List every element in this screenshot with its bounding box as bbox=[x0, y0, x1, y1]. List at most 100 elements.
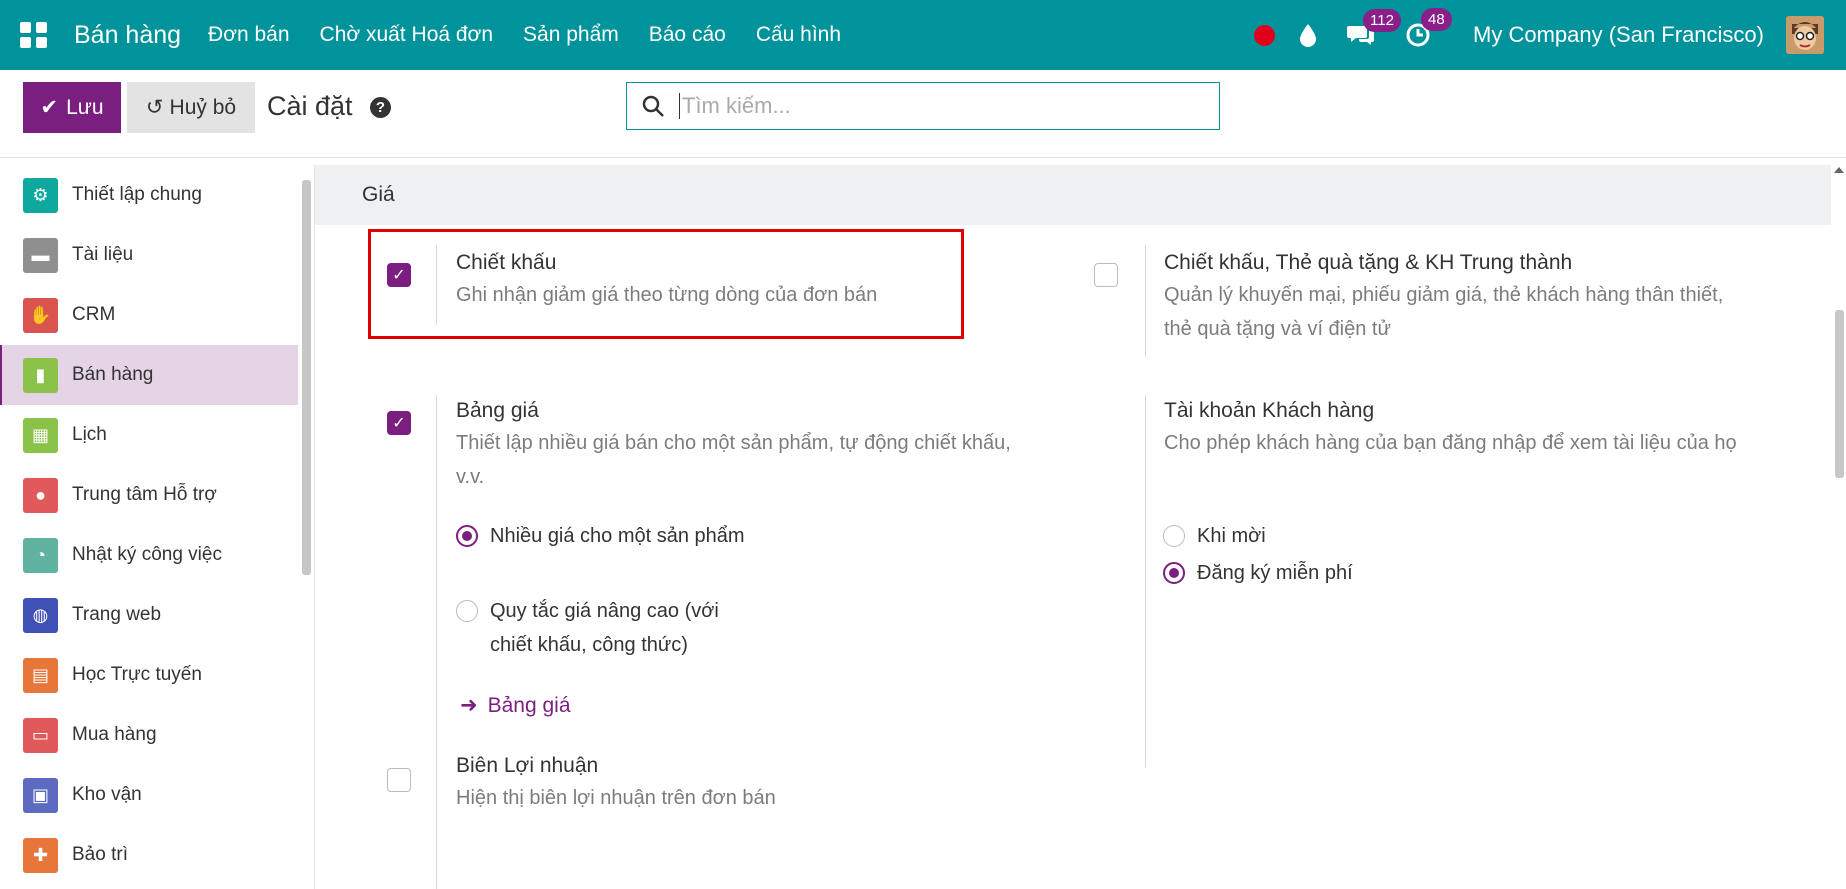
main-scrollbar-track[interactable] bbox=[1832, 165, 1846, 889]
discount-title: Chiết khấu bbox=[456, 251, 557, 274]
pricelists-link-label: Bảng giá bbox=[487, 693, 571, 717]
handshake-icon: ✋ bbox=[23, 297, 58, 333]
menu-orders[interactable]: Đơn bán bbox=[193, 23, 305, 47]
pricelist-option-multiple[interactable]: Nhiều giá cho một sản phẩm bbox=[456, 519, 756, 553]
margin-title: Biên Lợi nhuận bbox=[456, 754, 599, 777]
elearning-icon: ▤ bbox=[23, 657, 58, 693]
sidebar-item[interactable]: ◍ Trang web bbox=[0, 585, 298, 645]
radio-button[interactable] bbox=[1163, 562, 1185, 584]
company-switcher[interactable]: My Company (San Francisco) bbox=[1473, 22, 1764, 48]
sidebar-item-label: Bán hàng bbox=[72, 364, 154, 385]
sidebar-item-label: Tài liệu bbox=[72, 244, 134, 265]
sidebar-item-label: Thiết lập chung bbox=[72, 184, 202, 205]
loyalty-title: Chiết khấu, Thẻ quà tặng & KH Trung thàn… bbox=[1164, 251, 1573, 274]
search-box[interactable] bbox=[626, 82, 1220, 130]
messages-icon[interactable]: 112 bbox=[1347, 9, 1401, 47]
search-input[interactable] bbox=[679, 93, 1199, 119]
margin-description: Hiện thị biên lợi nhuận trên đơn bán bbox=[456, 787, 776, 809]
sidebar-item-label: Nhật ký công việc bbox=[72, 544, 222, 565]
sidebar-item[interactable]: ✋ CRM bbox=[0, 285, 298, 345]
check-icon: ✔ bbox=[40, 96, 59, 119]
page-title: Cài đặt bbox=[267, 91, 353, 121]
arrow-right-icon: ➜ bbox=[460, 694, 478, 717]
pricelist-description: Thiết lập nhiều giá bán cho một sản phẩm… bbox=[456, 432, 1011, 488]
customer-account-option-invite[interactable]: Khi mời bbox=[1163, 519, 1266, 553]
radio-button[interactable] bbox=[1163, 525, 1185, 547]
sidebar-item[interactable]: ▭ Mua hàng bbox=[0, 705, 298, 765]
save-button-label: Lưu bbox=[66, 95, 104, 119]
sidebar-item[interactable]: ▦ Lịch bbox=[0, 405, 298, 465]
droplet-icon[interactable] bbox=[1299, 23, 1317, 47]
sidebar-item-label: Trung tâm Hỗ trợ bbox=[72, 484, 217, 505]
main-scrollbar-thumb[interactable] bbox=[1835, 310, 1844, 478]
menu-products[interactable]: Sản phẩm bbox=[508, 23, 634, 47]
sales-chart-icon: ▮ bbox=[23, 357, 58, 393]
radio-button[interactable] bbox=[456, 600, 478, 622]
setting-divider bbox=[436, 245, 437, 325]
customer-account-option-signup[interactable]: Đăng ký miễn phí bbox=[1163, 556, 1353, 590]
current-app-name[interactable]: Bán hàng bbox=[74, 21, 181, 50]
helpdesk-icon: ● bbox=[23, 477, 58, 513]
customer-account-description: Cho phép khách hàng của bạn đăng nhập để… bbox=[1164, 432, 1737, 454]
navbar-systray: 112 48 My Company (San Francisco) bbox=[1254, 0, 1846, 70]
main-menu: Đơn bán Chờ xuất Hoá đơn Sản phẩm Báo cá… bbox=[193, 23, 856, 47]
checkmark-icon: ✓ bbox=[392, 415, 406, 432]
discard-button-label: Huỷ bỏ bbox=[169, 95, 237, 119]
sidebar-item[interactable]: ✚ Bảo trì bbox=[0, 825, 298, 885]
pricelist-title: Bảng giá bbox=[456, 399, 539, 422]
pricelists-link[interactable]: ➜ Bảng giá bbox=[460, 693, 571, 718]
loyalty-checkbox[interactable] bbox=[1094, 263, 1118, 287]
maintenance-icon: ✚ bbox=[23, 837, 58, 873]
sidebar-item[interactable]: ▣ Kho vận bbox=[0, 765, 298, 825]
radio-label: Khi mời bbox=[1197, 525, 1266, 547]
control-panel: ✔ Lưu ↺ Huỷ bỏ Cài đặt ? bbox=[0, 70, 1846, 158]
app-menu-icon[interactable] bbox=[19, 20, 49, 50]
sidebar-item-label: Kho vận bbox=[72, 784, 142, 805]
sidebar-item-label: Lịch bbox=[72, 424, 107, 445]
activities-count-badge: 48 bbox=[1421, 8, 1452, 31]
folder-icon: ▬ bbox=[23, 237, 58, 273]
undo-icon: ↺ bbox=[145, 96, 164, 119]
recording-dot-icon[interactable] bbox=[1254, 24, 1276, 46]
loyalty-description: Quản lý khuyến mại, phiếu giảm giá, thẻ … bbox=[1164, 284, 1724, 340]
discount-description: Ghi nhận giảm giá theo từng dòng của đơn… bbox=[456, 284, 878, 306]
discard-button[interactable]: ↺ Huỷ bỏ bbox=[127, 82, 255, 133]
setting-divider bbox=[436, 395, 437, 889]
sidebar-item-label: Mua hàng bbox=[72, 724, 157, 745]
sidebar-item[interactable]: ◔ Nhật ký công việc bbox=[0, 525, 298, 585]
setting-divider bbox=[1145, 395, 1146, 767]
radio-label: Đăng ký miễn phí bbox=[1197, 562, 1353, 584]
settings-main: Giá ✓ Chiết khấu Ghi nhận giảm giá theo … bbox=[315, 165, 1831, 889]
sidebar-item[interactable]: ▤ Học Trực tuyến bbox=[0, 645, 298, 705]
sidebar-item-label: CRM bbox=[72, 304, 116, 325]
section-title: Giá bbox=[315, 165, 1831, 225]
calendar-icon: ▦ bbox=[23, 417, 58, 453]
globe-icon: ◍ bbox=[23, 597, 58, 633]
radio-label: Nhiều giá cho một sản phẩm bbox=[490, 525, 745, 547]
activities-clock-icon[interactable]: 48 bbox=[1405, 8, 1452, 48]
margin-checkbox[interactable] bbox=[387, 768, 411, 792]
discount-checkbox[interactable]: ✓ bbox=[387, 263, 411, 287]
menu-to-invoice[interactable]: Chờ xuất Hoá đơn bbox=[305, 23, 508, 47]
messages-count-badge: 112 bbox=[1363, 9, 1401, 32]
sidebar-scrollbar[interactable] bbox=[302, 180, 311, 575]
menu-configuration[interactable]: Cấu hình bbox=[741, 23, 856, 47]
menu-reporting[interactable]: Báo cáo bbox=[634, 23, 741, 47]
user-avatar[interactable] bbox=[1786, 16, 1824, 54]
sidebar-item-label: Trang web bbox=[72, 604, 162, 625]
sidebar-item[interactable]: ▬ Tài liệu bbox=[0, 225, 298, 285]
sidebar-item[interactable]: ● Trung tâm Hỗ trợ bbox=[0, 465, 298, 525]
pricelist-option-advanced[interactable]: Quy tắc giá nâng cao (với chiết khấu, cô… bbox=[456, 594, 756, 662]
pricelist-checkbox[interactable]: ✓ bbox=[387, 411, 411, 435]
scroll-up-arrow-icon[interactable] bbox=[1834, 167, 1844, 173]
sidebar-item[interactable]: ▮ Bán hàng bbox=[0, 345, 298, 405]
radio-label: Quy tắc giá nâng cao (với chiết khấu, cô… bbox=[490, 600, 719, 656]
radio-button[interactable] bbox=[456, 525, 478, 547]
help-icon[interactable]: ? bbox=[370, 97, 391, 118]
search-icon bbox=[642, 95, 664, 117]
settings-sidebar: ⚙ Thiết lập chung ▬ Tài liệu ✋ CRM ▮ Bán hàng ▦ L… bbox=[0, 165, 298, 889]
checkmark-icon: ✓ bbox=[392, 267, 406, 284]
sidebar-item-label: Học Trực tuyến bbox=[72, 664, 202, 685]
sidebar-item[interactable]: ⚙ Thiết lập chung bbox=[0, 165, 298, 225]
save-button[interactable]: ✔ Lưu bbox=[23, 82, 121, 133]
